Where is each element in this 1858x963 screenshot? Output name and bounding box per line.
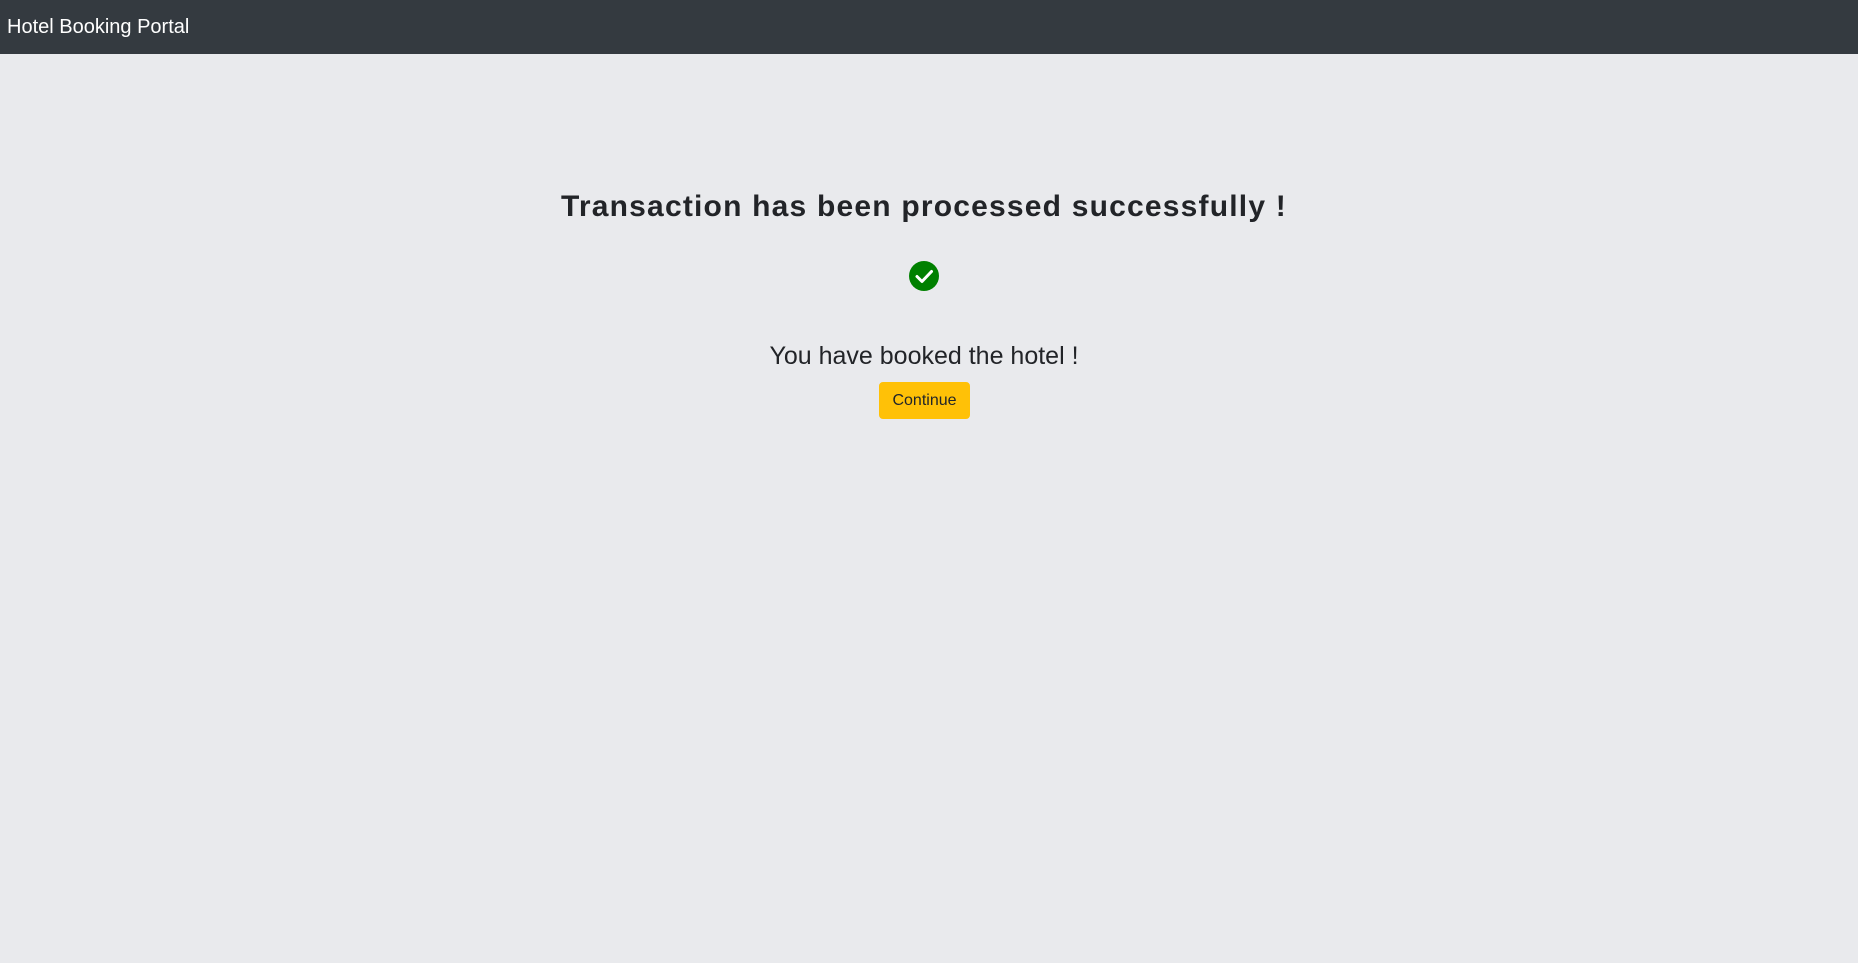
confirmation-message: You have booked the hotel ! [769, 342, 1079, 370]
page-title: Transaction has been processed successfu… [561, 190, 1287, 223]
main-content: Transaction has been processed successfu… [0, 54, 1858, 963]
brand-link[interactable]: Hotel Booking Portal [7, 16, 189, 39]
continue-button[interactable]: Continue [879, 382, 970, 419]
top-navbar: Hotel Booking Portal [0, 0, 1858, 54]
check-circle-icon [909, 261, 939, 291]
